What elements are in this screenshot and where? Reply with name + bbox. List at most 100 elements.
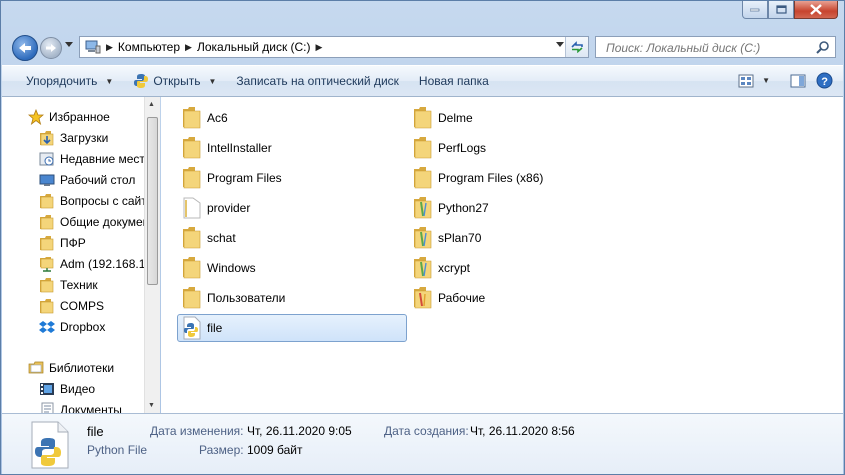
- folder-item[interactable]: Program Files: [181, 164, 282, 192]
- folder-icon: [412, 255, 434, 281]
- nav-favorite-label: COMPS: [60, 299, 105, 313]
- item-name: Рабочие: [438, 291, 486, 305]
- folder-icon: [412, 135, 434, 161]
- folder-item[interactable]: provider: [181, 194, 250, 222]
- folder-item[interactable]: Delme: [412, 104, 473, 132]
- folder-icon: [39, 235, 55, 251]
- folder-icon: [181, 255, 203, 281]
- open-label: Открыть: [153, 74, 201, 88]
- forward-arrow-icon: [46, 44, 56, 52]
- folder-icon: [181, 165, 203, 191]
- folder-item[interactable]: Windows: [181, 254, 256, 282]
- nav-favorite-label: Техник: [60, 278, 98, 292]
- item-name: Delme: [438, 111, 473, 125]
- search-icon[interactable]: [816, 40, 830, 54]
- address-bar[interactable]: ▶ Компьютер ▶ Локальный диск (C:) ▶: [79, 36, 589, 58]
- minimize-button[interactable]: [742, 1, 768, 19]
- chevron-right-icon[interactable]: ▶: [106, 42, 113, 53]
- nav-favorite-item[interactable]: Техник: [39, 275, 98, 295]
- back-button[interactable]: [12, 35, 38, 61]
- close-button[interactable]: [794, 1, 838, 19]
- item-name: Windows: [207, 261, 256, 275]
- chevron-right-icon[interactable]: ▶: [185, 42, 192, 53]
- new-folder-button[interactable]: Новая папка: [409, 66, 499, 96]
- nav-library-item[interactable]: Документы: [39, 400, 122, 413]
- search-input[interactable]: [604, 40, 808, 56]
- address-history-chevron-icon[interactable]: [556, 42, 564, 47]
- folder-icon: [412, 195, 434, 221]
- navigation-pane: Избранное Загрузки Недавние места Рабочий …: [2, 97, 160, 413]
- burn-label: Записать на оптический диск: [236, 74, 399, 88]
- folder-item[interactable]: Python27: [412, 194, 489, 222]
- nav-favorite-label: Недавние места: [60, 152, 152, 166]
- scroll-down-icon[interactable]: ▼: [148, 402, 155, 409]
- forward-button[interactable]: [40, 37, 62, 59]
- details-file-name: file: [87, 424, 104, 439]
- details-modified-label: Дата изменения:: [150, 424, 244, 438]
- nav-favorite-item[interactable]: Рабочий стол: [39, 170, 135, 190]
- nav-favorite-item[interactable]: ПФР: [39, 233, 86, 253]
- folder-item[interactable]: Рабочие: [412, 284, 485, 312]
- nav-favorites[interactable]: Избранное: [28, 107, 110, 127]
- details-size-label: Размер:: [199, 443, 244, 457]
- nav-favorite-label: Вопросы с сайта: [60, 194, 154, 208]
- breadcrumb-computer[interactable]: Компьютер: [118, 40, 180, 54]
- folder-item[interactable]: xcrypt: [412, 254, 470, 282]
- python-icon: [134, 74, 149, 88]
- navigation-scrollbar[interactable]: ▲ ▼: [144, 97, 160, 413]
- network-folder-icon: [39, 256, 55, 272]
- folder-item[interactable]: sPlan70: [412, 224, 481, 252]
- file-item[interactable]: file: [177, 314, 407, 342]
- folder-item[interactable]: IntelInstaller: [181, 134, 272, 162]
- folder-icon: [412, 105, 434, 131]
- folder-icon: [181, 105, 203, 131]
- caption-buttons: [742, 1, 838, 21]
- item-name: Python27: [438, 201, 489, 215]
- folder-icon: [39, 298, 55, 314]
- breadcrumb-local-disk[interactable]: Локальный диск (C:): [197, 40, 311, 54]
- details-modified-value: Чт, 26.11.2020 9:05: [247, 424, 352, 438]
- item-name: Пользователи: [207, 291, 286, 305]
- preview-pane-icon[interactable]: [790, 73, 806, 89]
- svg-text:?: ?: [821, 76, 828, 88]
- recent-pages-chevron-icon[interactable]: [65, 42, 73, 47]
- nav-favorite-item[interactable]: Загрузки: [39, 128, 108, 148]
- folder-item[interactable]: Пользователи: [181, 284, 285, 312]
- folder-icon: [39, 277, 55, 293]
- refresh-button[interactable]: [565, 37, 588, 57]
- folder-item[interactable]: PerfLogs: [412, 134, 486, 162]
- scroll-up-icon[interactable]: ▲: [148, 101, 155, 108]
- maximize-button[interactable]: [768, 1, 794, 19]
- nav-favorite-item[interactable]: Недавние места: [39, 149, 151, 169]
- nav-favorites-label: Избранное: [49, 110, 110, 124]
- nav-favorite-item[interactable]: Adm (192.168.10.1): [39, 254, 159, 274]
- open-button[interactable]: Открыть ▼: [123, 66, 226, 96]
- nav-favorite-item[interactable]: Общие документы: [39, 212, 159, 232]
- nav-favorite-label: Рабочий стол: [60, 173, 136, 187]
- star-icon: [28, 109, 44, 125]
- toolbar-right: ▼ ?: [738, 72, 833, 89]
- nav-favorite-item[interactable]: Dropbox: [39, 317, 105, 337]
- burn-button[interactable]: Записать на оптический диск: [226, 66, 409, 96]
- folder-icon: [181, 225, 203, 251]
- view-options-button[interactable]: ▼: [738, 73, 770, 89]
- libraries-icon: [28, 360, 44, 376]
- help-icon[interactable]: ?: [816, 72, 833, 89]
- folder-item[interactable]: Ac6: [181, 104, 228, 132]
- item-name: provider: [207, 201, 251, 215]
- nav-favorite-item[interactable]: Вопросы с сайта: [39, 191, 153, 211]
- nav-library-item[interactable]: Видео: [39, 379, 95, 399]
- chevron-down-icon: ▼: [762, 76, 770, 85]
- item-name: schat: [207, 231, 236, 245]
- folder-item[interactable]: Program Files (x86): [412, 164, 543, 192]
- organize-button[interactable]: Упорядочить ▼: [2, 66, 123, 96]
- item-name: IntelInstaller: [207, 141, 272, 155]
- folder-item[interactable]: schat: [181, 224, 236, 252]
- nav-libraries[interactable]: Библиотеки: [28, 358, 114, 378]
- scrollbar-thumb[interactable]: [147, 117, 158, 285]
- folder-icon: [181, 285, 203, 311]
- chevron-right-icon[interactable]: ▶: [316, 42, 323, 53]
- nav-favorite-item[interactable]: COMPS: [39, 296, 104, 316]
- details-file-type: Python File: [87, 443, 148, 457]
- search-box[interactable]: [595, 36, 836, 58]
